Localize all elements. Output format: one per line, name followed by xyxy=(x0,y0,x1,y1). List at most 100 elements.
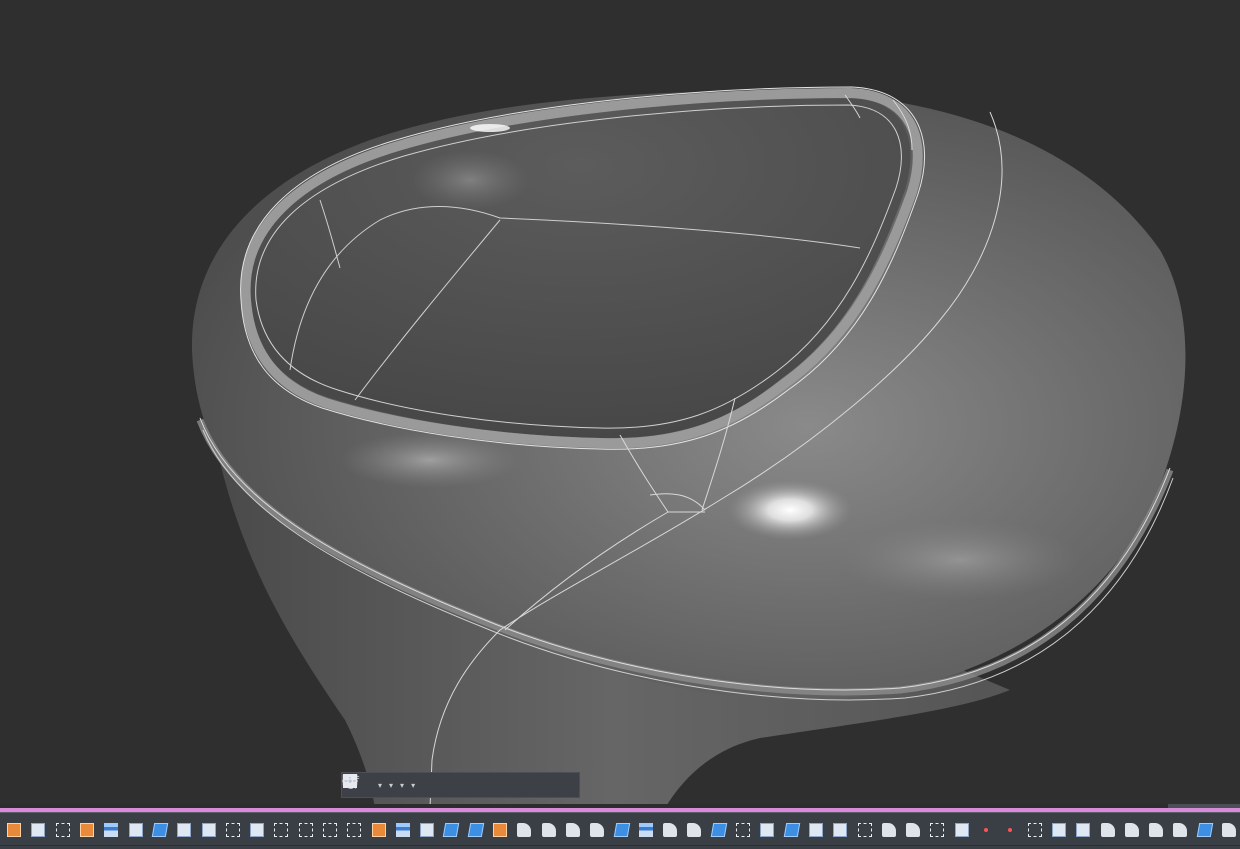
tool-orange-icon xyxy=(7,823,22,837)
ribbon-tool-button[interactable] xyxy=(148,819,172,841)
ribbon-tool-button[interactable] xyxy=(998,819,1022,841)
ribbon-tool-button[interactable] xyxy=(585,819,609,841)
ribbon-tool-button[interactable] xyxy=(2,819,26,841)
tool-dash-icon xyxy=(857,823,872,837)
tool-sheet-icon xyxy=(833,823,848,837)
ribbon-tool-button[interactable] xyxy=(366,819,390,841)
ribbon-tool-button[interactable] xyxy=(658,819,682,841)
ribbon-tool-button[interactable] xyxy=(318,819,342,841)
tool-sheet-icon xyxy=(420,823,435,837)
ribbon-tool-row xyxy=(2,819,1240,841)
tool-stack-icon xyxy=(395,823,410,837)
ribbon-tool-button[interactable] xyxy=(172,819,196,841)
navigation-toolbar: ▾ ± ▾ xyxy=(341,772,580,798)
tool-round-icon xyxy=(590,823,605,837)
tool-round-icon xyxy=(517,823,532,837)
ribbon-tool-button[interactable] xyxy=(974,819,998,841)
ribbon-tool-button[interactable] xyxy=(609,819,633,841)
ribbon-tool-button[interactable] xyxy=(537,819,561,841)
tool-orange-icon xyxy=(371,823,386,837)
chevron-down-icon[interactable]: ▾ xyxy=(400,781,404,790)
ribbon-tool-button[interactable] xyxy=(561,819,585,841)
tool-blue-icon xyxy=(613,823,630,837)
tool-orange-icon xyxy=(493,823,508,837)
ribbon-tool-button[interactable] xyxy=(245,819,269,841)
tool-blue-icon xyxy=(467,823,485,837)
tool-dash-icon xyxy=(736,823,751,837)
ribbon-tool-button[interactable] xyxy=(512,819,536,841)
tool-round-icon xyxy=(687,823,702,837)
display-button[interactable]: ▾ xyxy=(342,774,395,795)
ribbon-tool-button[interactable] xyxy=(123,819,147,841)
chevron-down-icon[interactable]: ▾ xyxy=(378,781,382,790)
tool-round-icon xyxy=(663,823,678,837)
3d-model-render[interactable] xyxy=(0,0,1240,808)
3d-viewport[interactable]: ▾ ± ▾ xyxy=(0,0,1240,808)
tool-dash-icon xyxy=(298,823,313,837)
tool-stack-icon xyxy=(104,823,119,837)
tool-sheet-icon xyxy=(201,823,216,837)
grid-button[interactable]: ▾ xyxy=(343,774,406,795)
tool-round-icon xyxy=(541,823,556,837)
ribbon-tool-button[interactable] xyxy=(731,819,755,841)
ribbon-tool-button[interactable] xyxy=(269,819,293,841)
tool-round-icon xyxy=(1100,823,1115,837)
ribbon-tool-button[interactable] xyxy=(51,819,75,841)
tool-round-icon xyxy=(881,823,896,837)
pan-button[interactable] xyxy=(344,774,367,795)
ribbon-tool-button[interactable] xyxy=(221,819,245,841)
ribbon-tool-button[interactable] xyxy=(1071,819,1095,841)
ribbon-tool-button[interactable] xyxy=(877,819,901,841)
ribbon-tool-button[interactable] xyxy=(488,819,512,841)
ribbon-tool-button[interactable] xyxy=(391,819,415,841)
ribbon-tool-button[interactable] xyxy=(415,819,439,841)
ribbon-tool-button[interactable] xyxy=(1144,819,1168,841)
ribbon-tool-button[interactable] xyxy=(1047,819,1071,841)
ribbon-tool-button[interactable] xyxy=(950,819,974,841)
tool-orange-icon xyxy=(80,823,95,837)
ribbon-tool-button[interactable] xyxy=(75,819,99,841)
ribbon-tool-button[interactable] xyxy=(342,819,366,841)
ribbon-tool-button[interactable] xyxy=(901,819,925,841)
ribbon-tool-button[interactable] xyxy=(294,819,318,841)
ribbon-tool-button[interactable] xyxy=(1120,819,1144,841)
tool-dash-icon xyxy=(930,823,945,837)
ribbon-tool-button[interactable] xyxy=(1168,819,1192,841)
ribbon-tool-button[interactable] xyxy=(1217,819,1240,841)
ribbon-tool-button[interactable] xyxy=(925,819,949,841)
tool-dash-icon xyxy=(1027,823,1042,837)
ribbon-tool-button[interactable] xyxy=(439,819,463,841)
ribbon-tool-button[interactable] xyxy=(682,819,706,841)
ribbon-tool-button[interactable] xyxy=(26,819,50,841)
tool-sheet-icon xyxy=(177,823,192,837)
ribbon-tool-button[interactable] xyxy=(852,819,876,841)
chevron-down-icon[interactable]: ▾ xyxy=(389,781,393,790)
ribbon-tool-button[interactable] xyxy=(196,819,220,841)
tool-dot-icon xyxy=(1008,828,1013,832)
ribbon-tool-button[interactable] xyxy=(99,819,123,841)
ribbon-tool-button[interactable] xyxy=(780,819,804,841)
tool-round-icon xyxy=(1124,823,1139,837)
ribbon-tool-button[interactable] xyxy=(634,819,658,841)
ribbon-tool-button[interactable] xyxy=(828,819,852,841)
ribbon-tool-button[interactable] xyxy=(707,819,731,841)
ribbon-tool-button[interactable] xyxy=(804,819,828,841)
zoom-extents-button[interactable]: ▾ xyxy=(343,774,384,795)
ribbon-tool-button[interactable] xyxy=(464,819,488,841)
tool-blue-icon xyxy=(443,823,460,837)
tool-sheet-icon xyxy=(1076,823,1091,837)
tool-round-icon xyxy=(565,823,580,837)
tool-dash-icon xyxy=(274,823,289,837)
tool-dash-icon xyxy=(323,823,337,837)
viewports-button[interactable]: ▾ xyxy=(343,774,417,795)
ribbon-tool-button[interactable] xyxy=(755,819,779,841)
zoom-button[interactable]: ± xyxy=(343,773,373,795)
tool-round-icon xyxy=(1221,823,1236,837)
ribbon-tool-button[interactable] xyxy=(1193,819,1217,841)
ribbon-tool-button[interactable] xyxy=(1095,819,1119,841)
ribbon-tool-button[interactable] xyxy=(1022,819,1046,841)
tool-dash-icon xyxy=(225,823,240,837)
viewports-icon xyxy=(343,774,357,788)
chevron-down-icon[interactable]: ▾ xyxy=(411,781,415,790)
tool-sheet-icon xyxy=(31,823,46,837)
